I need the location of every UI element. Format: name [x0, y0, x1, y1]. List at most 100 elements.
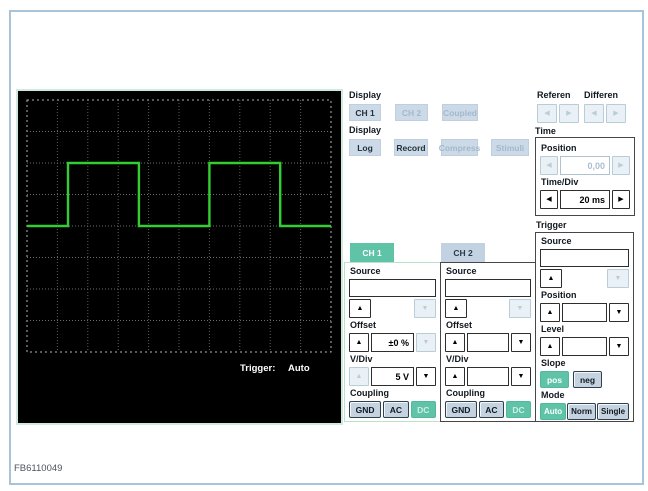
ch2-coupling-ac-button[interactable]: AC — [478, 401, 504, 418]
trigger-source-field[interactable] — [540, 249, 629, 267]
ch1-coupling-label: Coupling — [350, 388, 389, 398]
ch2-source-up-button[interactable]: ▲ — [445, 299, 467, 318]
right-arrow-icon: ▶ — [613, 110, 619, 117]
ch1-offset-field[interactable]: ±0 % — [371, 333, 414, 352]
display-ch2-button[interactable]: CH 2 — [395, 104, 428, 121]
ch2-offset-label: Offset — [446, 320, 473, 330]
down-arrow-icon: ▼ — [615, 343, 623, 350]
up-arrow-icon: ▲ — [451, 339, 459, 346]
log-button[interactable]: Log — [349, 139, 381, 156]
trigger-label: Trigger — [536, 220, 567, 230]
ch1-offset-label: Offset — [350, 320, 377, 330]
ch1-vdiv-label: V/Div — [350, 354, 373, 364]
down-arrow-icon: ▼ — [517, 339, 525, 346]
display-ch1-button[interactable]: CH 1 — [349, 104, 381, 121]
reference-next-button[interactable]: ▶ — [559, 104, 579, 123]
ch2-vdiv-down-button[interactable]: ▼ — [511, 367, 531, 386]
trigger-slope-label: Slope — [541, 358, 566, 368]
trigger-mode-label: Mode — [541, 390, 565, 400]
ch1-offset-up-button[interactable]: ▲ — [349, 333, 369, 352]
difference-next-button[interactable]: ▶ — [606, 104, 626, 123]
ch1-coupling-gnd-button[interactable]: GND — [349, 401, 382, 418]
display-coupled-button[interactable]: Coupled — [442, 104, 478, 121]
left-arrow-icon: ◀ — [546, 162, 552, 169]
timediv-increase-button[interactable]: ▶ — [612, 190, 630, 209]
right-arrow-icon: ▶ — [618, 196, 624, 203]
trigger-source-down-button[interactable]: ▼ — [607, 269, 629, 288]
time-position-field[interactable]: 0,00 — [560, 156, 610, 175]
mode-single-button[interactable]: Single — [597, 403, 629, 420]
trigger-position-down-button[interactable]: ▼ — [609, 303, 629, 322]
mode-norm-button[interactable]: Norm — [567, 403, 597, 420]
ch1-vdiv-up-button[interactable]: ▲ — [349, 367, 369, 386]
up-arrow-icon: ▲ — [546, 343, 554, 350]
ch2-coupling-dc-button[interactable]: DC — [505, 401, 532, 418]
time-position-increase-button[interactable]: ▶ — [612, 156, 630, 175]
time-label: Time — [535, 126, 556, 136]
trigger-level-field[interactable] — [562, 337, 607, 356]
ch1-source-up-button[interactable]: ▲ — [349, 299, 371, 318]
ch1-coupling-ac-button[interactable]: AC — [383, 401, 409, 418]
display-modes-section: Display Log Record Compress Stimuli — [349, 125, 534, 156]
ch2-coupling-gnd-button[interactable]: GND — [445, 401, 477, 418]
ch2-vdiv-up-button[interactable]: ▲ — [445, 367, 465, 386]
difference-label: Differen — [584, 90, 619, 100]
ch1-source-down-button[interactable]: ▼ — [414, 299, 436, 318]
down-arrow-icon: ▼ — [516, 305, 524, 312]
reference-prev-button[interactable]: ◀ — [537, 104, 557, 123]
figure-id: FB6110049 — [14, 463, 63, 474]
record-button[interactable]: Record — [394, 139, 428, 156]
trigger-position-label: Position — [541, 290, 577, 300]
timediv-decrease-button[interactable]: ◀ — [540, 190, 558, 209]
trigger-level-label: Level — [541, 324, 565, 334]
ch1-vdiv-down-button[interactable]: ▼ — [416, 367, 436, 386]
time-position-label: Position — [541, 143, 577, 153]
tab-ch2[interactable]: CH 2 — [441, 243, 485, 262]
up-arrow-icon: ▲ — [356, 305, 364, 312]
down-arrow-icon: ▼ — [422, 373, 430, 380]
down-arrow-icon: ▼ — [615, 309, 623, 316]
trigger-status-value: Auto — [288, 363, 310, 374]
ch2-source-label: Source — [446, 266, 477, 276]
trigger-level-down-button[interactable]: ▼ — [609, 337, 629, 356]
tab-ch1[interactable]: CH 1 — [350, 243, 394, 262]
ch2-source-down-button[interactable]: ▼ — [509, 299, 531, 318]
trigger-position-up-button[interactable]: ▲ — [540, 303, 560, 322]
up-arrow-icon: ▲ — [451, 373, 459, 380]
up-arrow-icon: ▲ — [355, 339, 363, 346]
left-arrow-icon: ◀ — [546, 196, 552, 203]
difference-prev-button[interactable]: ◀ — [584, 104, 604, 123]
ch2-vdiv-label: V/Div — [446, 354, 469, 364]
slope-neg-button[interactable]: neg — [573, 371, 602, 388]
down-arrow-icon: ▼ — [422, 339, 430, 346]
timediv-label: Time/Div — [541, 177, 579, 187]
slope-pos-button[interactable]: pos — [540, 371, 569, 388]
trigger-source-up-button[interactable]: ▲ — [540, 269, 562, 288]
ch1-source-field[interactable] — [349, 279, 436, 297]
ch2-vdiv-field[interactable] — [467, 367, 509, 386]
trigger-position-field[interactable] — [562, 303, 607, 322]
trigger-level-up-button[interactable]: ▲ — [540, 337, 560, 356]
mode-auto-button[interactable]: Auto — [540, 403, 567, 420]
timediv-field[interactable]: 20 ms — [560, 190, 610, 209]
ch2-source-field[interactable] — [445, 279, 531, 297]
ch1-box: Source ▲ ▼ Offset ▲ ±0 % ▼ V/Div ▲ 5 V ▼… — [344, 262, 441, 422]
time-position-decrease-button[interactable]: ◀ — [540, 156, 558, 175]
up-arrow-icon: ▲ — [452, 305, 460, 312]
right-arrow-icon: ▶ — [618, 162, 624, 169]
stimuli-button[interactable]: Stimuli — [491, 139, 529, 156]
left-arrow-icon: ◀ — [591, 110, 597, 117]
up-arrow-icon: ▲ — [547, 275, 555, 282]
ch2-offset-field[interactable] — [467, 333, 509, 352]
ch2-coupling-label: Coupling — [446, 388, 485, 398]
ch1-coupling-dc-button[interactable]: DC — [410, 401, 436, 418]
trigger-source-label: Source — [541, 236, 572, 246]
ch2-offset-up-button[interactable]: ▲ — [445, 333, 465, 352]
ch2-offset-down-button[interactable]: ▼ — [511, 333, 531, 352]
compress-button[interactable]: Compress — [439, 139, 480, 156]
up-arrow-icon: ▲ — [546, 309, 554, 316]
time-section: Time — [535, 126, 556, 137]
ch1-vdiv-field[interactable]: 5 V — [371, 367, 414, 386]
ch1-offset-down-button[interactable]: ▼ — [416, 333, 436, 352]
down-arrow-icon: ▼ — [421, 305, 429, 312]
